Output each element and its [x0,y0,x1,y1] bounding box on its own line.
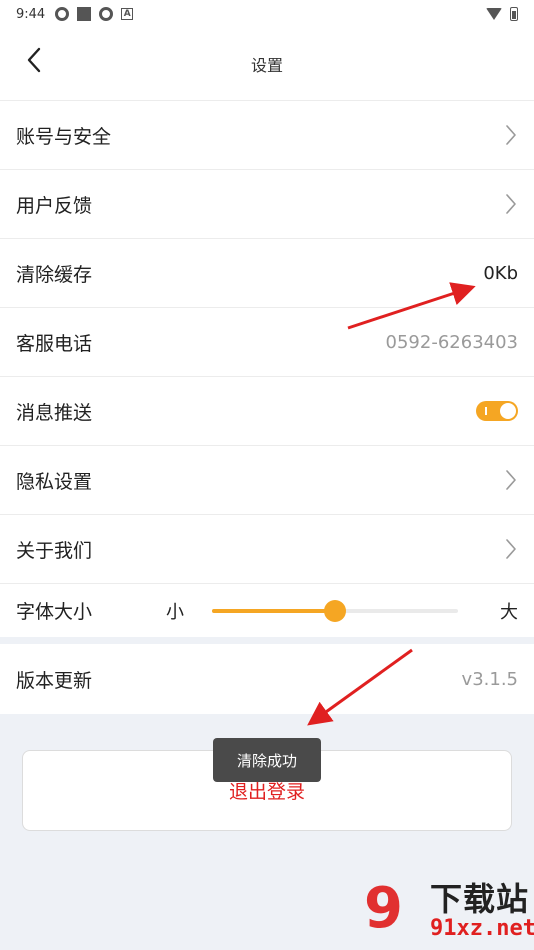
cache-size-value: 0Kb [483,262,518,284]
push-toggle[interactable] [476,401,518,421]
settings-row-privacy[interactable]: 隐私设置 [0,445,534,514]
settings-list: 账号与安全 用户反馈 清除缓存 0Kb 客服电话 0592-6263403 消息… [0,100,534,637]
phone-number-value: 0592-6263403 [385,331,518,353]
version-value: v3.1.5 [461,668,518,690]
slider-thumb[interactable] [324,599,347,622]
settings-row-about-us[interactable]: 关于我们 [0,514,534,583]
chevron-right-icon [506,125,516,145]
settings-row-label: 隐私设置 [16,470,93,493]
settings-row-label: 消息推送 [16,401,93,424]
status-bar: 9:44 A [0,0,534,28]
watermark-mark: 9 [364,876,403,941]
wifi-icon [486,8,502,20]
aperture-icon [55,7,70,21]
square-icon [77,7,92,21]
nav-bar: 设置 [0,28,534,100]
settings-row-label: 清除缓存 [16,263,93,286]
settings-row-feedback[interactable]: 用户反馈 [0,169,534,238]
a-box-icon: A [121,8,134,20]
watermark-text: 下载站 [430,880,530,918]
settings-row-version-update[interactable]: 版本更新 v3.1.5 [0,644,534,714]
settings-row-account-security[interactable]: 账号与安全 [0,100,534,169]
font-large-label: 大 [500,601,518,623]
settings-row-clear-cache[interactable]: 清除缓存 0Kb [0,238,534,307]
page-title: 设置 [250,56,283,75]
watermark-url: 91xz.net [430,916,534,941]
settings-row-push-notifications: 消息推送 [0,376,534,445]
font-small-label: 小 [166,601,185,623]
settings-row-font-size: 字体大小 小 大 [0,583,534,637]
status-icons: A [55,7,134,21]
status-right [486,7,518,21]
font-size-slider[interactable] [212,599,459,623]
aperture-icon [99,7,114,21]
chevron-right-icon [506,194,516,214]
settings-row-label: 账号与安全 [16,125,112,148]
toast-message: 清除成功 [213,738,321,782]
settings-row-label: 用户反馈 [16,194,93,217]
status-time: 9:44 [16,6,46,22]
battery-icon [510,7,518,21]
chevron-right-icon [506,470,516,490]
watermark-logo: 9 下载站 91xz.net [364,872,534,950]
chevron-left-icon [27,47,41,73]
settings-row-label: 客服电话 [16,332,93,355]
settings-row-label: 关于我们 [16,539,93,562]
toggle-knob [500,403,516,419]
font-size-label: 字体大小 [16,601,93,623]
settings-row-customer-service[interactable]: 客服电话 0592-6263403 [0,307,534,376]
chevron-right-icon [506,539,516,559]
back-button[interactable] [16,42,52,78]
slider-fill [212,608,336,613]
version-label: 版本更新 [16,669,93,692]
